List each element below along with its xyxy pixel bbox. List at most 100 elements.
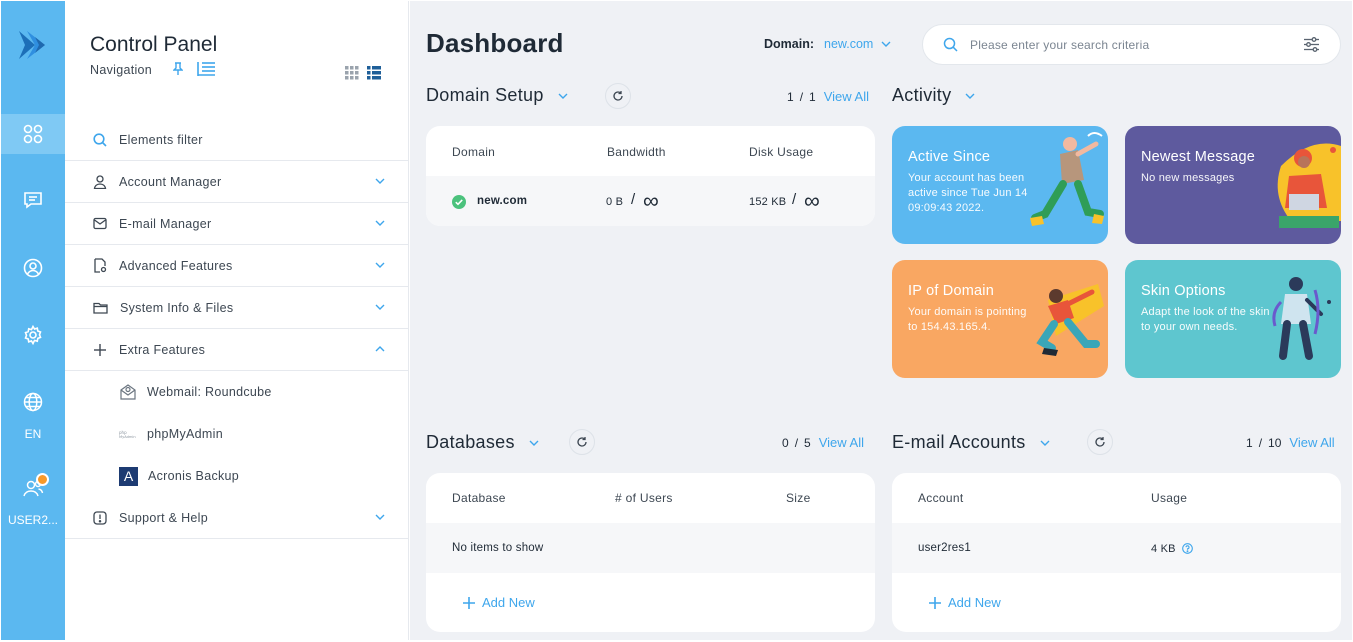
email-count: 1 / 10 View All	[1246, 435, 1335, 450]
table-row[interactable]: new.com 0 B / ∞ 152 KB / ∞	[426, 176, 875, 226]
databases-count: 0 / 5 View All	[782, 435, 865, 450]
tile-skin-options[interactable]: Skin Options Adapt the look of the skin …	[1125, 260, 1341, 378]
tile-description: Your account has been active since Tue J…	[908, 172, 1028, 214]
column-header: Bandwidth	[607, 145, 666, 159]
refresh-icon	[613, 91, 623, 101]
databases-title[interactable]: Databases	[426, 432, 539, 453]
infinity-symbol: ∞	[643, 188, 659, 213]
panel-title: Control Panel	[90, 33, 218, 56]
account-name[interactable]: user2res1	[918, 542, 971, 554]
domain-selector[interactable]: Domain: new.com	[764, 37, 891, 51]
domain-setup-card: Domain Bandwidth Disk Usage new.com 0 B …	[426, 126, 875, 226]
nav-advanced-features[interactable]: Advanced Features	[65, 245, 409, 287]
chevron-down-icon	[375, 220, 385, 226]
column-header: # of Users	[615, 491, 673, 505]
tile-title: IP of Domain	[908, 283, 994, 299]
databases-card: Database # of Users Size No items to sho…	[426, 473, 875, 632]
add-database-button[interactable]: Add New	[462, 595, 535, 610]
refresh-domain-button[interactable]	[605, 83, 631, 109]
list-view-icon[interactable]	[367, 66, 381, 80]
rail-settings-button[interactable]	[1, 315, 65, 355]
search-icon	[93, 132, 107, 147]
domain-count: 1 / 1 View All	[787, 89, 870, 104]
nav-system-info[interactable]: System Info & Files	[65, 287, 409, 329]
column-header: Domain	[452, 145, 496, 159]
add-email-button[interactable]: Add New	[928, 595, 1001, 610]
tile-newest-message[interactable]: Newest Message No new messages	[1125, 126, 1341, 244]
help-circle-icon[interactable]	[1182, 543, 1193, 554]
rail-account-button[interactable]	[1, 248, 65, 288]
globe-icon	[23, 392, 43, 412]
chevron-down-icon	[375, 178, 385, 184]
email-view-all-link[interactable]: View All	[1289, 435, 1334, 450]
chevron-down-icon	[375, 514, 385, 520]
logo-icon[interactable]	[15, 27, 51, 63]
table-row[interactable]: user2res1 4 KB	[892, 523, 1341, 573]
plus-icon	[94, 343, 106, 356]
envelope-icon	[93, 217, 107, 230]
column-header: Disk Usage	[749, 145, 814, 159]
chevron-down-icon	[1040, 440, 1050, 446]
nav-extra-features[interactable]: Extra Features	[65, 329, 409, 371]
message-icon	[24, 192, 42, 209]
main-content: Dashboard Domain: new.com Please enter y…	[410, 1, 1352, 640]
nav-account-manager[interactable]: Account Manager	[65, 161, 409, 203]
nav-webmail-roundcube[interactable]: Webmail: Roundcube	[65, 371, 409, 413]
rail-language-button[interactable]	[1, 382, 65, 422]
tile-active-since[interactable]: Active Since Your account has been activ…	[892, 126, 1108, 244]
tile-title: Active Since	[908, 149, 991, 165]
icon-rail: EN USER2...	[1, 1, 65, 640]
section-title: E-mail Accounts	[892, 432, 1026, 452]
domain-name[interactable]: new.com	[477, 195, 527, 207]
tile-title: Skin Options	[1141, 283, 1226, 299]
chevron-up-icon	[375, 346, 385, 352]
search-icon	[943, 37, 958, 52]
nav-support-help[interactable]: Support & Help	[65, 497, 409, 539]
alert-icon	[93, 510, 107, 525]
domain-view-all-link[interactable]: View All	[824, 89, 869, 104]
elements-filter[interactable]: Elements filter	[65, 119, 409, 161]
list-tree-icon[interactable]	[196, 61, 216, 77]
nav-label: E-mail Manager	[119, 216, 212, 231]
tile-ip-of-domain[interactable]: IP of Domain Your domain is pointing to …	[892, 260, 1108, 378]
chevron-down-icon	[881, 41, 891, 47]
add-new-label: Add New	[948, 595, 1001, 610]
refresh-email-button[interactable]	[1087, 429, 1113, 455]
document-gear-icon	[94, 258, 107, 273]
refresh-icon	[577, 437, 587, 447]
sub-nav-label: phpMyAdmin	[147, 427, 223, 441]
databases-view-all-link[interactable]: View All	[819, 435, 864, 450]
notification-badge	[36, 473, 49, 486]
search-bar[interactable]: Please enter your search criteria	[922, 24, 1341, 65]
language-label[interactable]: EN	[1, 427, 65, 441]
column-header: Database	[452, 491, 506, 505]
rail-user-button[interactable]	[1, 468, 65, 508]
rail-dashboard-button[interactable]	[1, 114, 65, 154]
column-header: Account	[918, 491, 964, 505]
chevron-down-icon	[965, 93, 975, 99]
activity-title[interactable]: Activity	[892, 85, 975, 106]
usage-value: 4 KB	[1151, 543, 1176, 555]
apps-icon	[23, 124, 43, 144]
search-input[interactable]: Please enter your search criteria	[970, 38, 1149, 52]
count-current: 1	[1246, 435, 1253, 450]
domain-label: Domain:	[764, 37, 814, 51]
filter-sliders-icon[interactable]	[1303, 36, 1320, 53]
count-total: 10	[1268, 435, 1282, 450]
domain-setup-title[interactable]: Domain Setup	[426, 85, 568, 106]
tile-description: Your domain is pointing to 154.43.165.4.	[908, 306, 1027, 333]
tile-description: No new messages	[1141, 172, 1235, 184]
user-circle-icon	[23, 258, 43, 278]
pin-icon[interactable]	[173, 62, 183, 76]
nav-phpmyadmin[interactable]: php MyAdmin phpMyAdmin	[65, 413, 409, 455]
grid-view-icon[interactable]	[345, 66, 359, 80]
sub-nav-label: Acronis Backup	[148, 469, 240, 483]
email-accounts-card: Account Usage user2res1 4 KB Add New	[892, 473, 1341, 632]
nav-email-manager[interactable]: E-mail Manager	[65, 203, 409, 245]
refresh-databases-button[interactable]	[569, 429, 595, 455]
chevron-down-icon	[375, 262, 385, 268]
email-accounts-title[interactable]: E-mail Accounts	[892, 432, 1050, 453]
rail-messages-button[interactable]	[1, 180, 65, 220]
user-label[interactable]: USER2...	[1, 513, 65, 527]
nav-acronis-backup[interactable]: A Acronis Backup	[65, 455, 409, 497]
